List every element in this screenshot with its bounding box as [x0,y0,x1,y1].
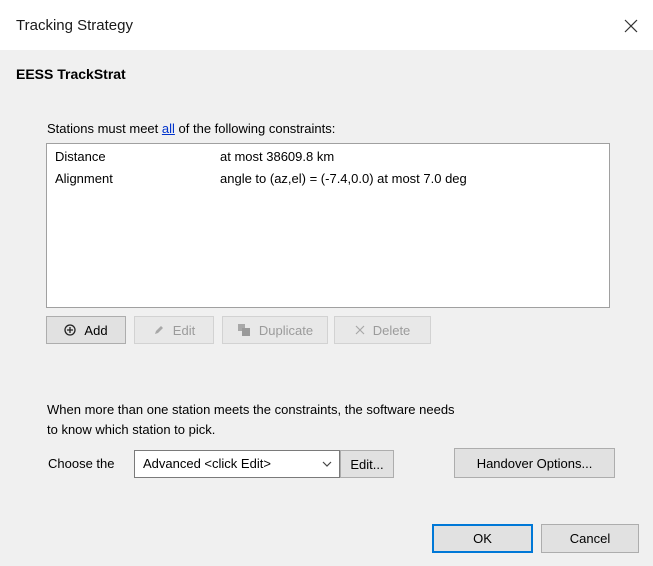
constraint-name: Distance [55,149,106,164]
duplicate-button-label: Duplicate [258,322,314,338]
pencil-icon [154,326,163,334]
cancel-button[interactable]: Cancel [541,524,639,553]
constraint-name: Alignment [55,171,113,186]
constraint-value: at most 38609.8 km [220,149,335,164]
selection-info: When more than one station meets the con… [47,400,567,440]
constraints-label-prefix: Stations must meet [47,121,162,136]
choose-label: Choose the [48,456,115,471]
ok-button-label: OK [473,531,492,546]
duplicate-icon [237,324,250,336]
title-bar: Tracking Strategy [0,0,653,50]
constraints-label-suffix: of the following constraints: [174,121,336,136]
delete-button[interactable]: Delete [334,316,431,344]
ok-button[interactable]: OK [432,524,533,553]
strategy-edit-button-label: Edit... [350,456,384,472]
window-title: Tracking Strategy [16,17,133,34]
strategy-heading: EESS TrackStrat [16,66,126,82]
close-icon [624,19,638,33]
close-button[interactable] [609,8,653,44]
edit-button[interactable]: Edit [134,316,214,344]
x-icon [355,325,365,335]
strategy-edit-button[interactable]: Edit... [340,450,394,478]
delete-button-label: Delete [372,322,411,338]
list-item[interactable]: Distance at most 38609.8 km [55,147,595,167]
list-item[interactable]: Alignment angle to (az,el) = (-7.4,0.0) … [55,169,595,189]
constraint-value: angle to (az,el) = (-7.4,0.0) at most 7.… [220,171,467,186]
chevron-down-icon [322,461,332,467]
all-constraints-link[interactable]: all [162,121,175,136]
strategy-select[interactable]: Advanced <click Edit> [134,450,340,478]
info-line: When more than one station meets the con… [47,402,455,417]
add-button-label: Add [84,322,108,338]
handover-options-button[interactable]: Handover Options... [454,448,615,478]
strategy-select-value: Advanced <click Edit> [143,456,271,471]
cancel-button-label: Cancel [569,531,611,546]
constraints-list[interactable]: Distance at most 38609.8 km Alignment an… [46,143,610,308]
plus-icon [64,324,77,336]
info-line: to know which station to pick. [47,422,216,437]
edit-button-label: Edit [172,322,196,338]
constraints-label: Stations must meet all of the following … [47,121,335,136]
handover-options-button-label: Handover Options... [476,455,593,471]
add-button[interactable]: Add [46,316,126,344]
duplicate-button[interactable]: Duplicate [222,316,328,344]
